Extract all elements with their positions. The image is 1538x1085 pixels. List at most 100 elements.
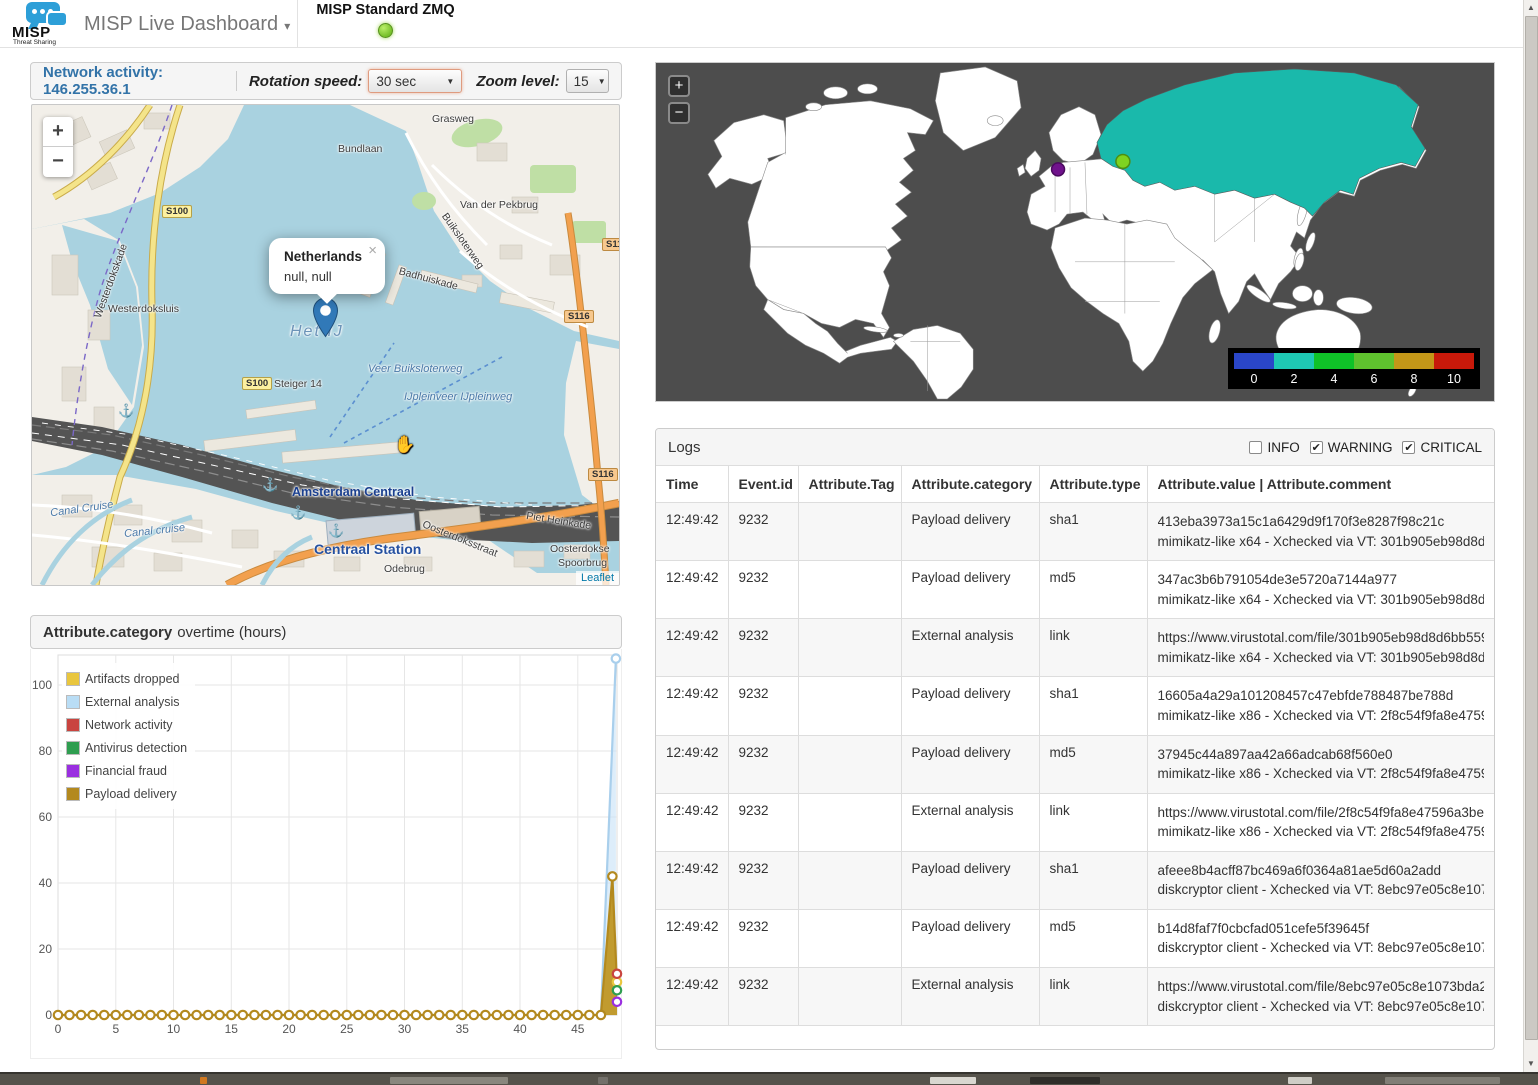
legend-tick-label: 10 [1434,369,1474,386]
legend-tick-label: 2 [1274,369,1314,386]
log-row: 12:49:429232Payload deliverysha1413eba39… [656,503,1494,561]
world-map-zoom-out-button[interactable]: − [668,102,690,124]
zmq-status-dot-icon [378,23,393,38]
dashboard-dropdown[interactable]: MISP Live Dashboard▾ [84,0,290,48]
legend-swatch-icon [66,672,80,686]
street-map[interactable]: S100S100Steiger 14S116S116S11Westerdoksl… [31,104,620,586]
attribute-value: https://www.virustotal.com/file/2f8c54f9… [1158,803,1485,823]
taskbar-item [930,1077,976,1084]
logs-title: Logs [668,439,701,456]
zoom-level-value: 15 [574,74,589,89]
leaflet-attribution-link[interactable]: Leaflet [576,571,619,585]
legend-label: Financial fraud [85,764,167,778]
misp-logo-icon: MISP Threat Sharing [12,2,74,46]
zoom-level-select[interactable]: 15 ▼ [566,69,609,93]
log-category: Payload delivery [901,735,1039,793]
log-event-id: 9232 [728,735,798,793]
log-type: sha1 [1039,851,1147,909]
log-event-id: 9232 [728,677,798,735]
legend-swatch-icon [66,741,80,755]
log-type: sha1 [1039,503,1147,561]
legend-color-swatch [1234,353,1274,369]
log-type: link [1039,968,1147,1026]
svg-text:15: 15 [225,1022,239,1036]
zmq-label: MISP Standard ZMQ [298,2,473,18]
world-map-zoom-in-button[interactable]: + [668,75,690,97]
checked-checkbox-icon[interactable]: ✔ [1402,441,1415,454]
taskbar-item [1288,1077,1312,1084]
log-time: 12:49:42 [656,909,728,967]
legend-label: Artifacts dropped [85,672,180,686]
svg-text:20: 20 [282,1022,296,1036]
log-time: 12:49:42 [656,619,728,677]
taskbar-item [598,1077,608,1084]
svg-text:0: 0 [45,1008,52,1022]
legend-label: External analysis [85,695,180,709]
scrollbar-up-arrow-icon[interactable]: ▲ [1524,0,1538,16]
log-event-id: 9232 [728,619,798,677]
log-value: https://www.virustotal.com/file/301b905e… [1147,619,1494,677]
log-time: 12:49:42 [656,735,728,793]
world-map[interactable]: + − 0246810 [655,62,1495,402]
unchecked-checkbox-icon[interactable] [1249,441,1262,454]
map-zoom-out-button[interactable]: − [43,147,73,177]
activity-dot-icon [1052,163,1065,176]
os-taskbar[interactable] [0,1072,1538,1085]
log-row: 12:49:429232Payload deliverysha116605a4a… [656,677,1494,735]
map-zoom-control: + − [43,117,73,177]
legend-item: Payload delivery [66,782,187,805]
chart-legend: Artifacts droppedExternal analysisNetwor… [62,663,195,809]
log-tag [798,503,901,561]
svg-text:100: 100 [32,678,52,692]
filter-info[interactable]: INFO [1249,440,1299,455]
map-zoom-in-button[interactable]: + [43,117,73,147]
filter-label: INFO [1267,440,1299,455]
street-map-graphics [32,105,619,585]
log-category: Payload delivery [901,677,1039,735]
checked-checkbox-icon[interactable]: ✔ [1310,441,1323,454]
log-event-id: 9232 [728,968,798,1026]
svg-text:60: 60 [39,810,53,824]
legend-swatch-icon [66,787,80,801]
log-tag [798,909,901,967]
log-event-id: 9232 [728,503,798,561]
zoom-level-label: Zoom level: [476,73,559,90]
rotation-speed-select[interactable]: 30 sec ▼ [368,69,462,93]
zmq-status-block: MISP Standard ZMQ [298,0,473,48]
filter-warning[interactable]: ✔WARNING [1310,440,1393,455]
log-tag [798,677,901,735]
log-category: External analysis [901,793,1039,851]
svg-text:10: 10 [167,1022,181,1036]
log-type: md5 [1039,909,1147,967]
legend-item: Artifacts dropped [66,667,187,690]
log-tag [798,619,901,677]
header-divider [236,71,237,91]
legend-color-swatch [1434,353,1474,369]
svg-text:80: 80 [39,744,53,758]
attribute-value: afeee8b4acff87bc469a6f0364a81ae5d60a2add [1158,861,1485,881]
filter-critical[interactable]: ✔CRITICAL [1402,440,1482,455]
column-header: Attribute.type [1039,466,1147,503]
log-value: 347ac3b6b791054de3e5720a7144a977mimikatz… [1147,561,1494,619]
select-caret-icon: ▼ [598,77,606,86]
legend-swatch-icon [66,695,80,709]
svg-text:45: 45 [571,1022,585,1036]
popup-title: Netherlands [284,249,377,264]
log-tag [798,735,901,793]
chart-header: Attribute.category overtime (hours) [30,615,622,649]
brand-subtext: Threat Sharing [13,39,56,46]
log-row: 12:49:429232Payload deliverysha1afeee8b4… [656,851,1494,909]
legend-item: Financial fraud [66,759,187,782]
logs-table-header-row: TimeEvent.idAttribute.TagAttribute.categ… [656,466,1494,503]
log-tag [798,851,901,909]
logs-panel: Logs INFO ✔WARNING ✔CRITICAL TimeEvent.idA… [655,428,1495,1050]
page-scrollbar[interactable]: ▲ ▼ [1523,0,1538,1072]
popup-close-icon[interactable]: × [368,242,377,259]
log-type: sha1 [1039,677,1147,735]
scrollbar-thumb[interactable] [1525,16,1538,1040]
legend-tick-label: 6 [1354,369,1394,386]
legend-label: Antivirus detection [85,741,187,755]
legend-item: External analysis [66,690,187,713]
popup-body: null, null [284,269,377,284]
scrollbar-down-arrow-icon[interactable]: ▼ [1524,1056,1538,1072]
